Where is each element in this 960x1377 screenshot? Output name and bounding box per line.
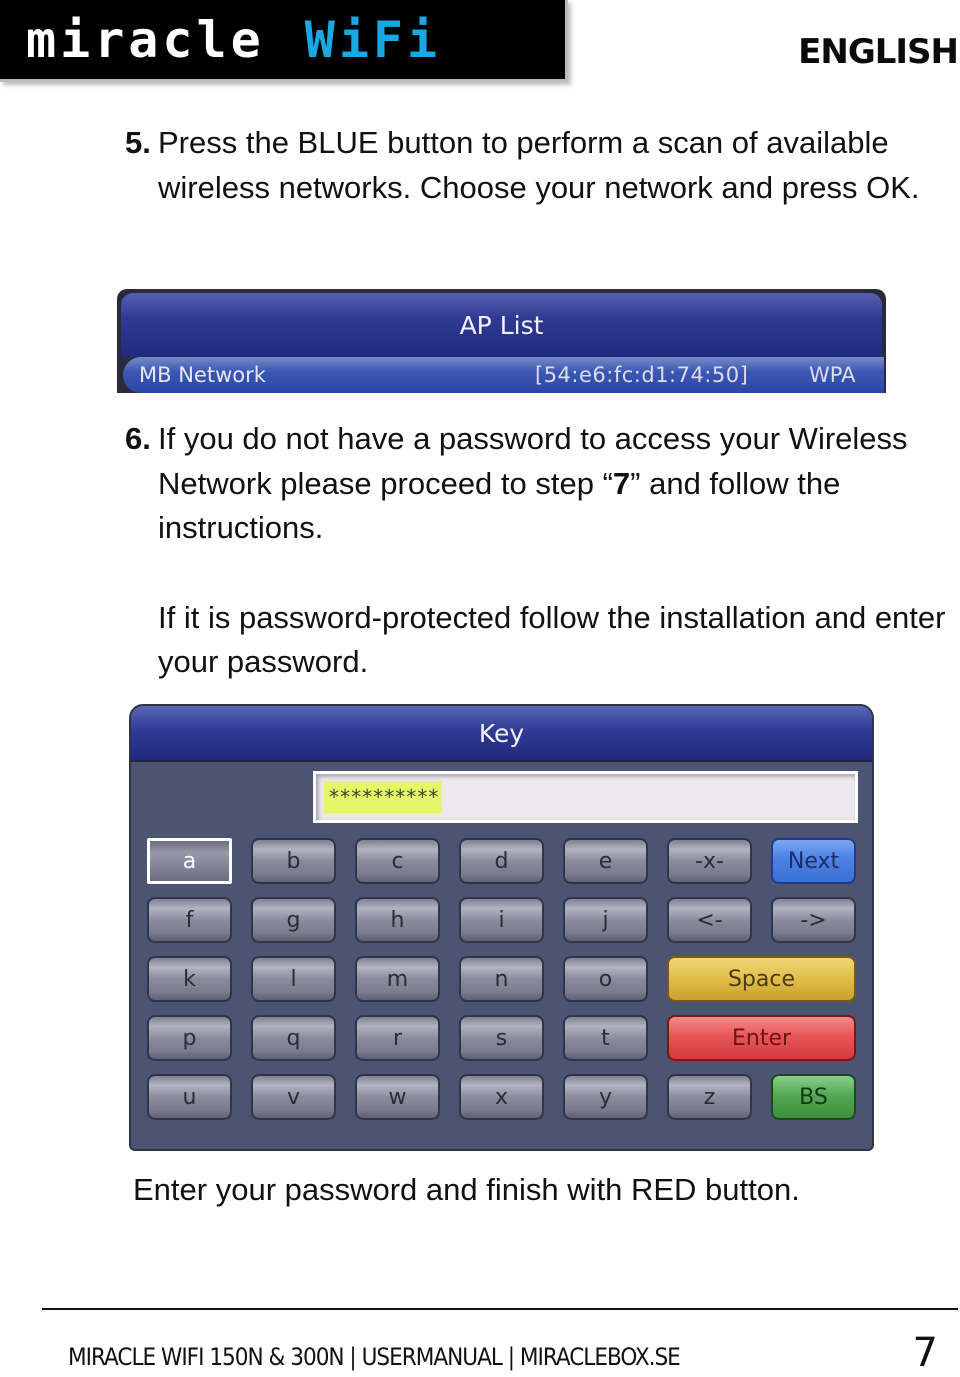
key-l[interactable]: l — [251, 956, 336, 1002]
language-label: ENGLISH — [798, 32, 959, 72]
keyboard-row: p q r s t Enter — [147, 1015, 857, 1061]
key-r[interactable]: r — [355, 1015, 440, 1061]
key-f[interactable]: f — [147, 897, 232, 943]
key-g[interactable]: g — [251, 897, 336, 943]
logo-word-miracle: miracle — [26, 10, 265, 69]
key-a[interactable]: a — [147, 838, 232, 884]
step-number: 5. — [125, 125, 151, 160]
step-text: If you do not have a password to access … — [125, 417, 960, 551]
step-5: 5. Press the BLUE button to perform a sc… — [125, 121, 960, 210]
key-h[interactable]: h — [355, 897, 440, 943]
key-i[interactable]: i — [459, 897, 544, 943]
caption: Enter your password and finish with RED … — [133, 1172, 800, 1207]
footer-divider — [42, 1308, 958, 1310]
key-dialog-title: Key — [478, 718, 525, 748]
ap-list-screenshot: AP List MB Network [54:e6:fc:d1:74:50] W… — [117, 289, 886, 393]
keyboard-row: k l m n o Space — [147, 956, 857, 1002]
key-q[interactable]: q — [251, 1015, 336, 1061]
logo-word-wifi: WiFi — [304, 10, 442, 69]
key-enter[interactable]: Enter — [667, 1015, 856, 1061]
key-p[interactable]: p — [147, 1015, 232, 1061]
key-next[interactable]: Next — [771, 838, 856, 884]
key-k[interactable]: k — [147, 956, 232, 1002]
key-bs[interactable]: BS — [771, 1074, 856, 1120]
key-z[interactable]: z — [667, 1074, 752, 1120]
password-input[interactable]: ********** — [313, 771, 858, 823]
key-t[interactable]: t — [563, 1015, 648, 1061]
keyboard-row: f g h i j <- -> — [147, 897, 857, 943]
key-d[interactable]: d — [459, 838, 544, 884]
key-w[interactable]: w — [355, 1074, 440, 1120]
page-number: 7 — [912, 1330, 938, 1376]
key-clear[interactable]: -x- — [667, 838, 752, 884]
key-e[interactable]: e — [563, 838, 648, 884]
network-mac: [54:e6:fc:d1:74:50] — [535, 363, 749, 387]
key-s[interactable]: s — [459, 1015, 544, 1061]
network-security: WPA — [809, 363, 856, 387]
step-number: 6. — [125, 421, 151, 456]
step-text-secondary: If it is password-protected follow the i… — [158, 599, 946, 680]
step-6: 6. If you do not have a password to acce… — [125, 417, 960, 685]
keyboard-row: u v w x y z BS — [147, 1074, 857, 1120]
key-c[interactable]: c — [355, 838, 440, 884]
footer-text: MIRACLE WIFI 150N & 300N | USERMANUAL | … — [68, 1343, 681, 1371]
ap-list-header: AP List — [121, 293, 882, 357]
key-space[interactable]: Space — [667, 956, 856, 1002]
key-dialog-header: Key — [131, 706, 872, 762]
key-o[interactable]: o — [563, 956, 648, 1002]
brand-logo: miracle WiFi — [0, 0, 568, 82]
key-u[interactable]: u — [147, 1074, 232, 1120]
key-x[interactable]: x — [459, 1074, 544, 1120]
key-m[interactable]: m — [355, 956, 440, 1002]
ap-list-title: AP List — [459, 310, 544, 340]
password-value: ********** — [324, 781, 443, 813]
ap-list-row[interactable]: MB Network [54:e6:fc:d1:74:50] WPA — [123, 357, 884, 393]
key-left[interactable]: <- — [667, 897, 752, 943]
key-right[interactable]: -> — [771, 897, 856, 943]
on-screen-keyboard: a b c d e -x- Next f g h i j <- -> k l m n o Space p q r s t Ente… — [147, 838, 857, 1133]
key-n[interactable]: n — [459, 956, 544, 1002]
key-v[interactable]: v — [251, 1074, 336, 1120]
step-ref: 7 — [612, 465, 631, 501]
network-name: MB Network — [139, 363, 266, 387]
key-dialog-screenshot: Key ********** a b c d e -x- Next f g h i j <- -> k l m n… — [129, 704, 874, 1151]
step-text: Press the BLUE button to perform a scan … — [158, 125, 920, 205]
key-j[interactable]: j — [563, 897, 648, 943]
key-y[interactable]: y — [563, 1074, 648, 1120]
keyboard-row: a b c d e -x- Next — [147, 838, 857, 884]
key-b[interactable]: b — [251, 838, 336, 884]
